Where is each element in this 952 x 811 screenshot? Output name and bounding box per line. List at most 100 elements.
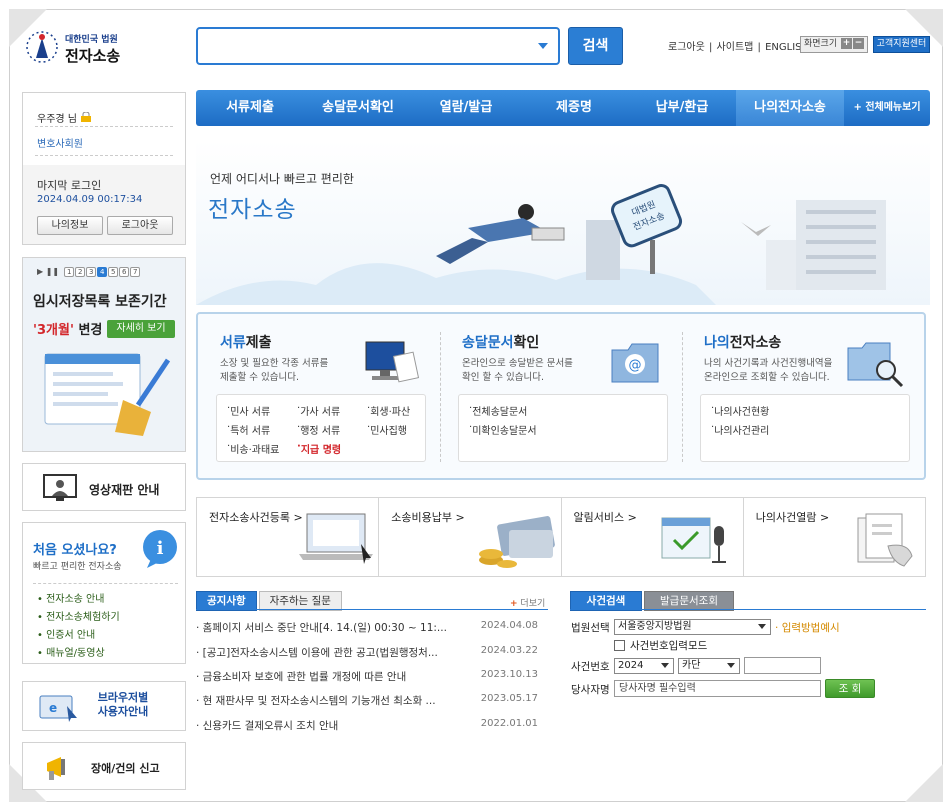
- desc-line: 소장 및 필요한 각종 서류를: [220, 358, 329, 369]
- banner-page-7[interactable]: 7: [130, 267, 141, 277]
- court-logo[interactable]: 대한민국 법원 전자소송: [25, 28, 135, 68]
- service-title[interactable]: 송달문서확인: [462, 332, 539, 352]
- tab-issued-docs[interactable]: 발급문서조회: [644, 591, 734, 611]
- list-item[interactable]: · 신용카드 결제오류시 조치 안내 2022.01.01: [196, 718, 548, 732]
- banner-page-2[interactable]: 2: [75, 267, 86, 277]
- font-minus-button[interactable]: −: [853, 38, 864, 49]
- service-link[interactable]: · 민사집행: [367, 422, 407, 437]
- banner-page-4[interactable]: 4: [97, 267, 108, 277]
- ecourt-trial-text: 전자소송체험하기: [46, 612, 120, 623]
- banner-more-button[interactable]: 자세히 보기: [107, 320, 175, 338]
- case-kind-select[interactable]: 카단: [678, 658, 740, 674]
- nav-delivery-check[interactable]: 송달문서확인: [304, 90, 412, 126]
- manual-mode-checkbox[interactable]: [614, 640, 625, 651]
- list-item[interactable]: · [공고]전자소송시스템 이용에 관한 공고(법원행정처... 2024.03.…: [196, 645, 548, 659]
- case-number-label: 사건번호: [571, 661, 610, 673]
- search-button[interactable]: 검색: [568, 27, 623, 65]
- divider: [35, 126, 173, 127]
- notice-more-text: 더보기: [520, 599, 546, 609]
- font-size-label: 화면크기: [804, 39, 838, 49]
- service-title[interactable]: 나의전자소송: [704, 332, 781, 352]
- banner-page-6[interactable]: 6: [119, 267, 130, 277]
- video-trial-link[interactable]: 영상재판 안내: [22, 463, 186, 511]
- myinfo-button[interactable]: 나의정보: [37, 216, 103, 235]
- notice-date: 2022.01.01: [480, 718, 538, 729]
- service-link[interactable]: · 민사 서류: [227, 403, 270, 418]
- service-link[interactable]: · 나의사건현황: [711, 403, 769, 418]
- pause-icon[interactable]: ❚❚: [46, 267, 59, 276]
- year-select[interactable]: 2024: [614, 658, 674, 674]
- report-link[interactable]: 장애/건의 신고: [22, 742, 186, 790]
- browser-guide-label: 브라우저별 사용자안내: [91, 691, 155, 719]
- quick-case-view[interactable]: 나의사건열람 >: [744, 498, 925, 576]
- sign-board-icon: 대법원 전자소송: [611, 184, 683, 274]
- court-select[interactable]: 서울중앙지방법원: [614, 619, 771, 635]
- nav-certificates[interactable]: 제증명: [520, 90, 628, 126]
- banner-page-1[interactable]: 1: [64, 267, 75, 277]
- service-link[interactable]: · 비송·과태료: [227, 441, 279, 456]
- service-title-em: 서류: [220, 335, 246, 351]
- service-link[interactable]: · 가사 서류: [297, 403, 340, 418]
- ecourt-trial-link[interactable]: • 전자소송체험하기: [37, 609, 120, 627]
- service-link[interactable]: · 지급 명령: [297, 441, 341, 456]
- case-search-button[interactable]: 조 회: [825, 679, 875, 698]
- notice-date: 2023.10.13: [480, 669, 538, 680]
- tab-notice[interactable]: 공지사항: [196, 591, 257, 611]
- ecourt-guide-link[interactable]: • 전자소송 안내: [37, 591, 120, 609]
- folder-magnifier-icon: [847, 342, 904, 388]
- nav-payment-refund[interactable]: 납부/환급: [628, 90, 736, 126]
- nav-my-ecourt[interactable]: 나의전자소송: [736, 90, 844, 126]
- service-title-em: 송달문서: [462, 335, 514, 351]
- banner-change: 변경: [78, 323, 103, 338]
- tab-faq[interactable]: 자주하는 질문: [258, 591, 342, 611]
- service-desc: 소장 및 필요한 각종 서류를 제출할 수 있습니다.: [220, 357, 328, 385]
- logout-link[interactable]: 로그아웃: [668, 42, 705, 53]
- list-item[interactable]: · 현 재판사무 및 전자소송시스템의 기능개선 최소화 ... 2023.05.…: [196, 693, 548, 707]
- font-plus-button[interactable]: +: [841, 38, 852, 49]
- logout-button[interactable]: 로그아웃: [107, 216, 173, 235]
- list-item[interactable]: · 홈페이지 서비스 중단 안내[4. 14.(일) 00:30 ~ 11:..…: [196, 620, 548, 634]
- cert-guide-link[interactable]: • 인증서 안내: [37, 627, 120, 645]
- search-input[interactable]: [196, 27, 560, 65]
- quick-fee-payment[interactable]: 소송비용납부 >: [379, 498, 562, 576]
- case-serial-input[interactable]: [744, 657, 821, 674]
- chevron-down-icon: [758, 624, 766, 629]
- quick-case-register[interactable]: 전자소송사건등록 >: [197, 498, 380, 576]
- laptop-cursor-icon: [299, 513, 373, 564]
- notice-title: · 현 재판사무 및 전자소송시스템의 기능개선 최소화 ...: [196, 695, 436, 707]
- list-item[interactable]: · 금융소비자 보호에 관한 법률 개정에 따른 안내 2023.10.13: [196, 669, 548, 683]
- banner-controls: ▶ ❚❚ 1234567: [37, 267, 141, 277]
- service-delivery: 송달문서확인 온라인으로 송달받은 문서를 확인 할 수 있습니다. @ · 전체…: [440, 314, 672, 478]
- input-example-link[interactable]: · 입력방법예시: [775, 620, 840, 635]
- party-input[interactable]: 당사자명 필수입력: [614, 680, 821, 697]
- service-link[interactable]: · 전체송달문서: [469, 403, 527, 418]
- service-link[interactable]: · 회생·파산: [367, 403, 410, 418]
- service-link[interactable]: · 미확인송달문서: [469, 422, 537, 437]
- service-link[interactable]: · 행정 서류: [297, 422, 340, 437]
- browser-guide-link[interactable]: e 브라우저별 사용자안내: [22, 681, 186, 731]
- notice-date: 2023.05.17: [480, 693, 538, 704]
- banner-page-5[interactable]: 5: [108, 267, 119, 277]
- nav-view-issue[interactable]: 열람/발급: [412, 90, 520, 126]
- quick-alert-service[interactable]: 알림서비스 >: [562, 498, 744, 576]
- desc-line: 확인 할 수 있습니다.: [462, 372, 544, 383]
- notice-more-link[interactable]: + 더보기: [510, 596, 545, 609]
- support-center-button[interactable]: 고객지원센터: [873, 36, 930, 53]
- sitemap-link[interactable]: 사이트맵: [717, 42, 754, 53]
- banner-page-3[interactable]: 3: [86, 267, 97, 277]
- manual-mode-label: 사건번호입력모드: [630, 640, 708, 652]
- notice-title: · 신용카드 결제오류시 조치 안내: [196, 720, 339, 732]
- nav-all-menu[interactable]: + 전체메뉴보기: [844, 90, 930, 126]
- play-icon[interactable]: ▶: [37, 267, 43, 276]
- notice-title: · 금융소비자 보호에 관한 법률 개정에 따른 안내: [196, 671, 407, 683]
- manual-video-link[interactable]: • 매뉴얼/동영상: [37, 645, 120, 663]
- service-link[interactable]: · 나의사건관리: [711, 422, 769, 437]
- dropdown-arrow-icon[interactable]: [538, 43, 548, 49]
- nav-doc-submit[interactable]: 서류제출: [196, 90, 304, 126]
- service-title[interactable]: 서류제출: [220, 332, 272, 352]
- divider: [35, 155, 173, 156]
- tab-case-search[interactable]: 사건검색: [570, 591, 642, 611]
- service-link[interactable]: · 특허 서류: [227, 422, 270, 437]
- user-name: 우주경 님: [37, 110, 92, 125]
- video-trial-label: 영상재판 안내: [89, 483, 160, 497]
